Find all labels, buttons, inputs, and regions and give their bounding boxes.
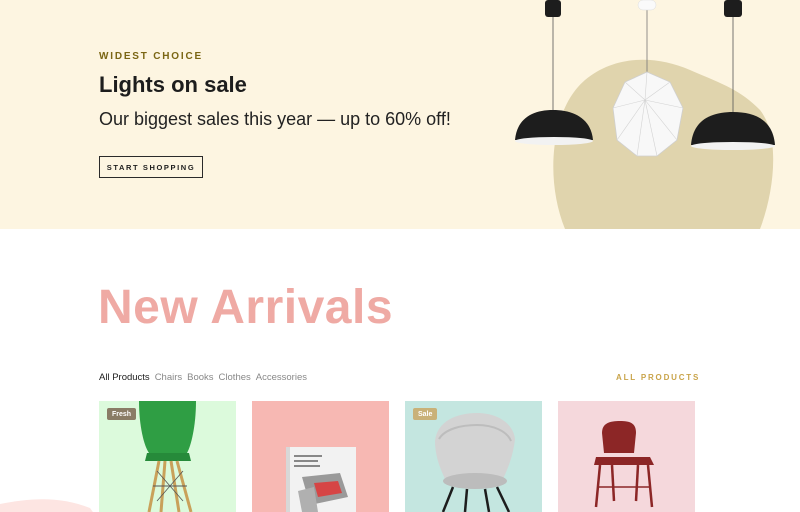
product-card[interactable] xyxy=(252,401,389,512)
category-filter-tabs: All Products Chairs Books Clothes Access… xyxy=(99,372,307,383)
pendant-lamps-illustration xyxy=(515,0,775,229)
book-icon xyxy=(286,447,356,512)
new-arrivals-title: New Arrivals xyxy=(98,281,394,334)
tab-books[interactable]: Books xyxy=(187,372,213,383)
hero-kicker: WIDEST CHOICE xyxy=(99,51,203,62)
sale-badge: Sale xyxy=(413,408,438,420)
product-card[interactable] xyxy=(558,401,695,512)
pink-decor-blob xyxy=(0,499,93,512)
all-products-link[interactable]: ALL PRODUCTS xyxy=(616,373,700,382)
hero-title: Lights on sale xyxy=(99,72,247,97)
tab-chairs[interactable]: Chairs xyxy=(155,372,182,383)
product-card[interactable]: Sale xyxy=(405,401,542,512)
hero-banner: WIDEST CHOICE Lights on sale Our biggest… xyxy=(0,0,800,229)
tab-clothes[interactable]: Clothes xyxy=(219,372,251,383)
tab-all-products[interactable]: All Products xyxy=(99,372,150,383)
tab-accessories[interactable]: Accessories xyxy=(256,372,307,383)
hero-subtitle: Our biggest sales this year — up to 60% … xyxy=(99,109,451,129)
fresh-badge: Fresh xyxy=(107,408,137,420)
red-chair-icon xyxy=(594,421,654,508)
product-card[interactable]: Fresh xyxy=(99,401,236,512)
start-shopping-button[interactable]: START SHOPPING xyxy=(99,156,203,178)
black-pendant-lamp-icon xyxy=(515,0,593,145)
